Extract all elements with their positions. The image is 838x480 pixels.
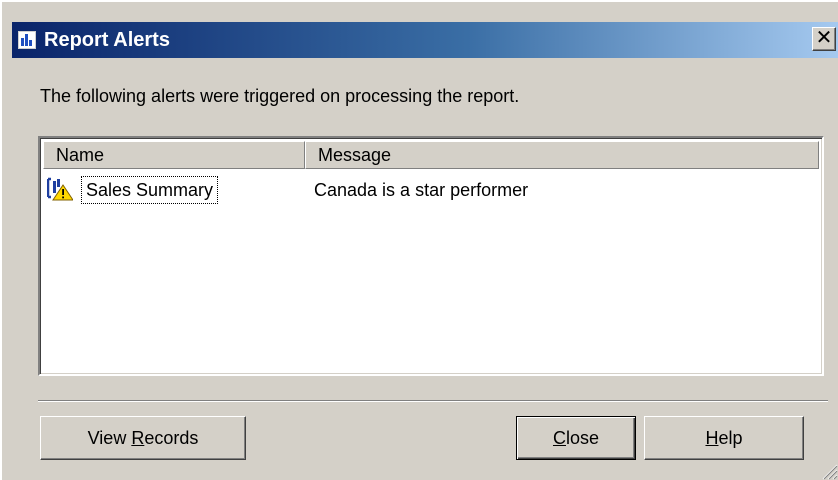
column-header-name[interactable]: Name	[43, 141, 305, 169]
help-label-suffix: elp	[718, 428, 743, 448]
list-header: Name Message	[43, 141, 819, 169]
intro-text: The following alerts were triggered on p…	[40, 86, 520, 106]
alert-warning-icon	[47, 177, 73, 201]
alert-message: Canada is a star performer	[314, 180, 529, 200]
help-label-mnemonic: H	[705, 428, 719, 448]
divider	[38, 400, 828, 402]
close-icon: ✕	[815, 27, 833, 49]
view-records-button[interactable]: View Records	[40, 416, 246, 460]
alerts-list[interactable]: Name Message Sales Summary Canada is a s…	[38, 136, 824, 376]
close-label-suffix: lose	[565, 428, 600, 448]
close-window-button[interactable]: ✕	[812, 27, 836, 51]
alert-name: Sales Summary	[81, 176, 219, 204]
help-button[interactable]: Help	[644, 416, 804, 460]
view-records-label-prefix: View	[87, 428, 132, 448]
report-alerts-dialog: Report Alerts ✕ The following alerts wer…	[0, 0, 838, 480]
report-icon	[18, 31, 36, 49]
title-bar[interactable]: Report Alerts ✕	[12, 22, 838, 58]
column-header-message[interactable]: Message	[305, 141, 819, 169]
resize-grip-icon[interactable]	[820, 462, 838, 480]
window-title: Report Alerts	[44, 29, 170, 51]
list-item[interactable]: Sales Summary Canada is a star performer	[43, 174, 819, 204]
view-records-label-suffix: ecords	[144, 428, 199, 448]
close-label-mnemonic: C	[552, 428, 566, 448]
view-records-label-mnemonic: R	[131, 428, 145, 448]
close-button[interactable]: Close	[516, 416, 636, 460]
